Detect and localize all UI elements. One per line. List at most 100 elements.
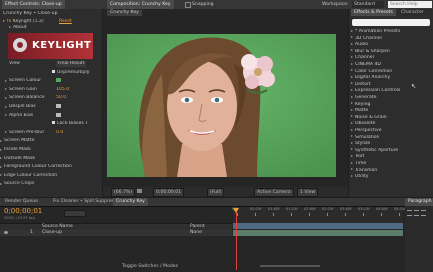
visibility-eye-icon[interactable]	[4, 231, 8, 234]
effects-category-item[interactable]: Obsolete	[351, 121, 431, 127]
workspace-select[interactable]: Standard	[352, 1, 384, 8]
tab-effect-controls[interactable]: Effect Controls: Close-up	[2, 0, 65, 9]
cti-handle-icon[interactable]	[233, 208, 239, 213]
expand-triangle-icon[interactable]	[351, 148, 353, 151]
effects-category-item[interactable]: Noise & Grain	[351, 115, 431, 121]
expand-triangle-icon[interactable]	[351, 115, 353, 118]
effect-param-row[interactable]: Screen Balance 50.0	[0, 95, 102, 101]
expand-triangle-icon[interactable]	[0, 157, 2, 160]
resolution-select[interactable]: (Full)	[207, 188, 225, 197]
effects-category-item[interactable]: Perspective	[351, 128, 431, 134]
expand-triangle-icon[interactable]	[351, 88, 353, 91]
effects-category-item[interactable]: Channel	[351, 55, 431, 61]
effects-category-item[interactable]: Distort	[351, 82, 431, 88]
effect-param-row[interactable]: Lock Biases T	[0, 121, 102, 127]
effects-category-item[interactable]: Utility	[351, 174, 431, 180]
toggle-switches-modes[interactable]: Toggle Switches / Modes	[122, 264, 178, 269]
effects-category-item[interactable]: Synthetic Aperture	[351, 148, 431, 154]
effect-param-row[interactable]: Edge Colour Correction	[0, 173, 102, 179]
effect-param-row[interactable]: Screen Pre-blur 0.0	[0, 130, 102, 136]
expand-triangle-icon[interactable]	[5, 96, 7, 99]
zoom-slider[interactable]	[260, 265, 320, 267]
align-center-icon[interactable]	[414, 210, 419, 216]
align-right-icon[interactable]	[421, 210, 426, 216]
comp-sub-tab[interactable]: Crunchy Key	[107, 10, 142, 16]
effects-category-item[interactable]: Generate	[351, 95, 431, 101]
effect-param-row[interactable]: View Final Result	[0, 61, 102, 67]
effect-param-row[interactable]: Screen Gain 105.0	[0, 87, 102, 93]
parent-select[interactable]: None	[190, 230, 202, 236]
expand-triangle-icon[interactable]	[5, 131, 7, 134]
param-checkbox[interactable]: Unpremultiply	[52, 69, 89, 76]
effects-category-item[interactable]: Keying	[351, 102, 431, 108]
effect-param-row[interactable]: Alpha Bias	[0, 112, 102, 119]
expand-triangle-icon[interactable]	[0, 182, 2, 185]
expand-triangle-icon[interactable]	[351, 36, 353, 39]
expand-triangle-icon[interactable]	[0, 148, 2, 151]
current-time-display[interactable]: 0;00;00;01	[153, 188, 185, 197]
effect-param-row[interactable]: Unpremultiply	[0, 69, 102, 76]
camera-select[interactable]: Active Camera	[254, 188, 294, 197]
comp-viewer[interactable]	[107, 34, 336, 177]
effects-category-item[interactable]: Blur & Sharpen	[351, 49, 431, 55]
param-value[interactable]: 0.0	[56, 130, 63, 136]
tab-character[interactable]: Character	[398, 9, 427, 16]
effects-category-item[interactable]: Color Correction	[351, 69, 431, 75]
camera-snapshot-icon[interactable]	[137, 189, 142, 193]
about-row[interactable]: About	[0, 25, 102, 31]
expand-triangle-icon[interactable]	[351, 141, 353, 144]
magnification-select[interactable]: (66.7%)	[111, 188, 136, 197]
expand-triangle-icon[interactable]	[5, 105, 7, 108]
expand-triangle-icon[interactable]	[351, 174, 353, 177]
expand-triangle-icon[interactable]	[351, 62, 353, 65]
effect-param-row[interactable]: Foreground Colour Correction	[0, 164, 102, 170]
search-icon[interactable]	[64, 210, 86, 217]
tab-paragraph[interactable]: Paragraph	[405, 198, 433, 206]
effects-category-item[interactable]: Transition	[351, 168, 431, 174]
current-time-indicator[interactable]	[236, 208, 237, 270]
work-area-bar[interactable]	[233, 223, 403, 229]
snapping-checkbox[interactable]	[185, 2, 191, 8]
effects-category-item[interactable]: Stylize	[351, 141, 431, 147]
expand-triangle-icon[interactable]	[351, 95, 353, 98]
effects-search-input[interactable]	[352, 19, 430, 26]
param-swatch[interactable]	[56, 112, 61, 119]
param-checkbox[interactable]: Lock Biases T	[52, 121, 88, 127]
help-search-input[interactable]: Search Help	[388, 1, 432, 8]
layer-row[interactable]: 1 Close-up None	[0, 230, 232, 236]
expand-triangle-icon[interactable]	[0, 165, 2, 168]
effects-category-item[interactable]: Text	[351, 154, 431, 160]
effect-param-row[interactable]: Source Crops	[0, 181, 102, 187]
expand-triangle-icon[interactable]	[351, 69, 353, 72]
param-value[interactable]: 105.0	[56, 87, 69, 93]
expand-triangle-icon[interactable]	[351, 108, 353, 111]
effects-category-item[interactable]: Expression Controls	[351, 88, 431, 94]
expand-triangle-icon[interactable]	[351, 121, 353, 124]
effects-category-item[interactable]: * Animation Presets	[351, 29, 431, 35]
expand-triangle-icon[interactable]	[351, 102, 353, 105]
effect-param-row[interactable]: Inside Mask	[0, 147, 102, 153]
expand-triangle-icon[interactable]	[351, 154, 353, 157]
expand-triangle-icon[interactable]	[351, 75, 353, 78]
effects-category-item[interactable]: Audio	[351, 42, 431, 48]
expand-triangle-icon[interactable]	[0, 174, 2, 177]
param-swatch[interactable]	[56, 78, 61, 84]
tab-composition[interactable]: Composition: Crunchy Key	[107, 0, 174, 9]
expand-triangle-icon[interactable]	[351, 29, 353, 32]
expand-triangle-icon[interactable]	[0, 139, 2, 142]
align-left-icon[interactable]	[407, 210, 412, 216]
expand-triangle-icon[interactable]	[351, 168, 353, 171]
layer-name[interactable]: Close-up	[42, 230, 62, 236]
effect-param-row[interactable]: Screen Matte	[0, 138, 102, 144]
time-ruler[interactable]: 00f 00:15f 01:00f 01:15f 02:00f 02:15f 03:00f 0…	[232, 207, 406, 223]
expand-triangle-icon[interactable]	[5, 88, 7, 91]
expand-triangle-icon[interactable]	[5, 79, 7, 82]
param-value[interactable]: 50.0	[56, 95, 66, 101]
expand-triangle-icon[interactable]	[351, 55, 353, 58]
effect-param-row[interactable]: Despill Bias	[0, 104, 102, 110]
expand-triangle-icon[interactable]	[3, 19, 5, 22]
effects-category-item[interactable]: Simulation	[351, 135, 431, 141]
expand-triangle-icon[interactable]	[351, 128, 353, 131]
views-select[interactable]: 1 View	[297, 188, 319, 197]
expand-triangle-icon[interactable]	[351, 135, 353, 138]
